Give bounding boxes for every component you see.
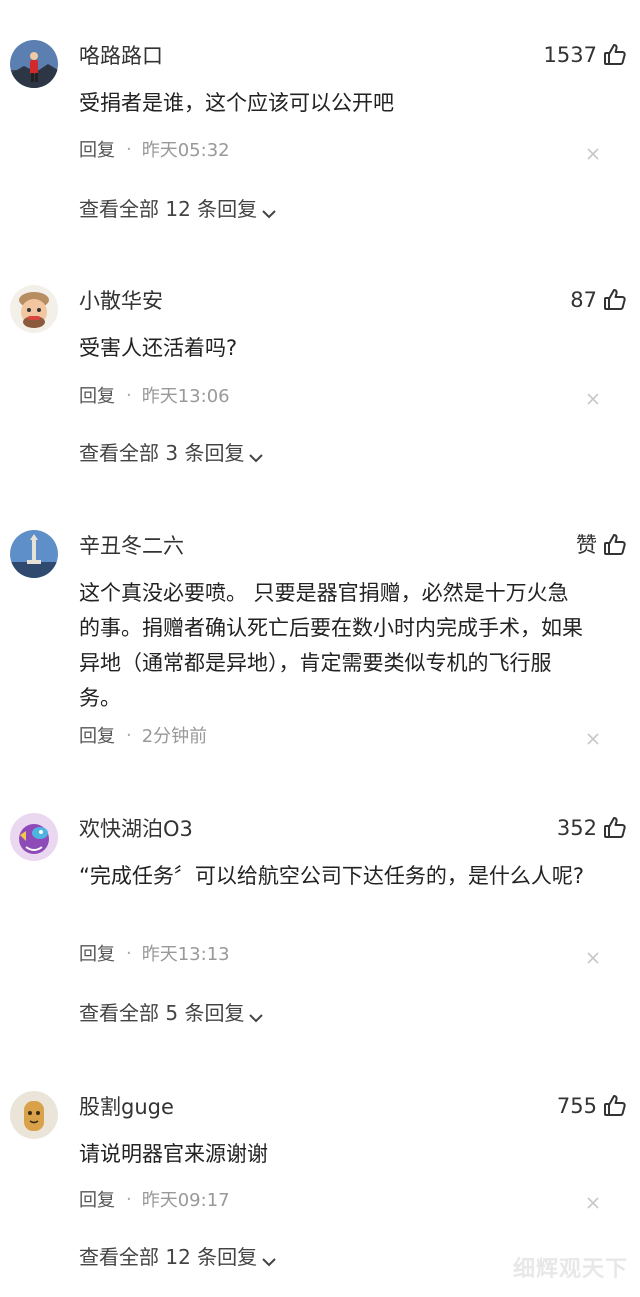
comment-text: 受害人还活着吗? [79, 336, 238, 360]
comment-text: “完成任务〞可以给航空公司下达任务的，是什么人呢? [79, 864, 585, 888]
comment-text: 请说明器官来源谢谢 [79, 1142, 268, 1166]
timestamp: 2分钟前 [141, 726, 208, 747]
avatar[interactable] [10, 530, 58, 578]
view-all-replies-button[interactable]: 查看全部 12 条回复 [79, 193, 277, 221]
comment-text: 这个真没必要喷。 只要是器官捐赠，必然是十万火急的事。捐赠者确认死亡后要在数小时… [79, 581, 583, 710]
username[interactable]: 欢快湖泊O3 [79, 815, 193, 843]
reply-button[interactable]: 回复 [79, 136, 115, 162]
timestamp: 昨天09:17 [141, 1190, 230, 1211]
comment-meta: 回复 · 昨天13:06 [79, 382, 230, 408]
separator-dot: · [126, 138, 132, 160]
chevron-down-icon [248, 445, 264, 463]
comment-meta: 回复 · 昨天09:17 [79, 1186, 230, 1212]
comment-meta: 回复 · 昨天13:13 [79, 940, 230, 966]
view-all-replies-label: 查看全部 3 条回复 [79, 440, 245, 465]
separator-dot: · [126, 942, 132, 964]
reply-button[interactable]: 回复 [79, 382, 115, 408]
chevron-down-icon [248, 1005, 264, 1023]
username[interactable]: 小散华安 [79, 287, 163, 315]
view-all-replies-button[interactable]: 查看全部 5 条回复 [79, 997, 264, 1025]
comment-text: 受捐者是谁，这个应该可以公开吧 [79, 91, 394, 115]
close-icon[interactable] [586, 146, 600, 160]
close-icon[interactable] [586, 731, 600, 745]
like-count: 352 [556, 816, 597, 840]
like-control[interactable]: 1537 [544, 40, 628, 70]
like-count: 赞 [576, 533, 597, 557]
avatar[interactable] [10, 813, 58, 861]
separator-dot: · [126, 1188, 132, 1210]
reply-button[interactable]: 回复 [79, 1186, 115, 1212]
view-all-replies-label: 查看全部 5 条回复 [79, 1000, 245, 1025]
view-all-replies-button[interactable]: 查看全部 3 条回复 [79, 437, 264, 465]
chevron-down-icon [261, 1249, 277, 1267]
close-icon[interactable] [586, 391, 600, 405]
like-count: 755 [556, 1094, 597, 1118]
view-all-replies-label: 查看全部 12 条回复 [79, 196, 258, 221]
avatar[interactable] [10, 285, 58, 333]
reply-button[interactable]: 回复 [79, 940, 115, 966]
avatar[interactable] [10, 1091, 58, 1139]
username[interactable]: 咯路路口 [79, 42, 163, 70]
timestamp: 昨天13:13 [141, 944, 230, 965]
like-control[interactable]: 87 [570, 285, 628, 315]
view-all-replies-button[interactable]: 查看全部 12 条回复 [79, 1241, 277, 1269]
close-icon[interactable] [586, 950, 600, 964]
watermark: 细辉观天下 [512, 1257, 628, 1282]
timestamp: 昨天05:32 [141, 140, 230, 161]
view-all-replies-label: 查看全部 12 条回复 [79, 1244, 258, 1269]
timestamp: 昨天13:06 [141, 386, 230, 407]
reply-button[interactable]: 回复 [79, 722, 115, 748]
thumbs-up-icon[interactable] [602, 532, 628, 558]
separator-dot: · [126, 384, 132, 406]
like-control[interactable]: 352 [557, 813, 628, 843]
chevron-down-icon [261, 201, 277, 219]
thumbs-up-icon[interactable] [602, 42, 628, 68]
thumbs-up-icon[interactable] [602, 815, 628, 841]
avatar[interactable] [10, 40, 58, 88]
username[interactable]: 辛丑冬二六 [79, 532, 184, 560]
like-count: 1537 [543, 43, 597, 67]
like-count: 87 [570, 288, 597, 312]
comment-meta: 回复 · 2分钟前 [79, 722, 208, 748]
username[interactable]: 股割guge [79, 1093, 174, 1121]
like-control[interactable]: 赞 [576, 530, 628, 560]
thumbs-up-icon[interactable] [602, 1093, 628, 1119]
comment-meta: 回复 · 昨天05:32 [79, 136, 230, 162]
thumbs-up-icon[interactable] [602, 287, 628, 313]
like-control[interactable]: 755 [557, 1091, 628, 1121]
separator-dot: · [126, 724, 132, 746]
close-icon[interactable] [586, 1195, 600, 1209]
